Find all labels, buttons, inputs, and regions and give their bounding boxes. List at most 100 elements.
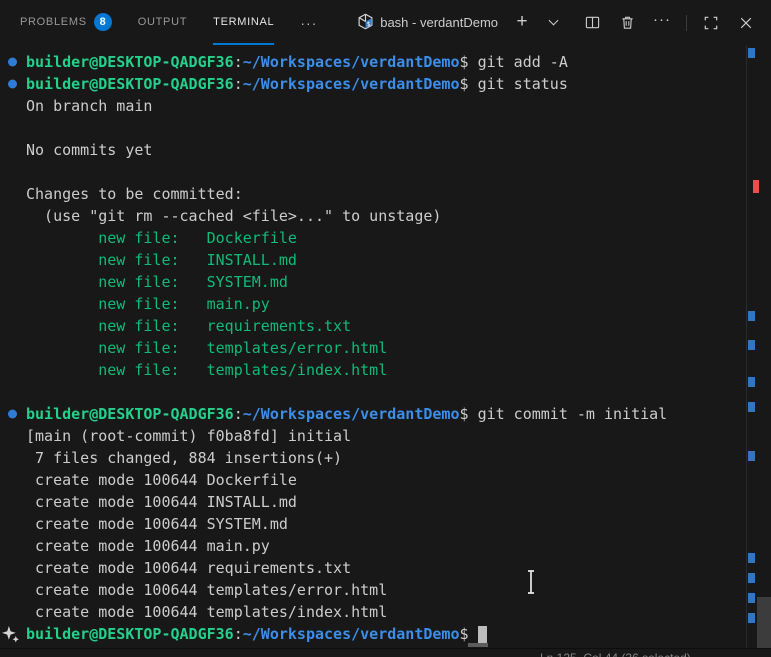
sparkle-icon[interactable] — [2, 626, 20, 648]
terminal-text-segment: : — [234, 405, 243, 423]
terminal-text-segment: create mode 100644 SYSTEM.md — [26, 515, 288, 533]
ruler-marker-command — [748, 553, 755, 563]
terminal-line: new file: templates/error.html — [0, 337, 746, 359]
statusbar-clipped-strip: Ln 125, Col 44 (36 selected) — [0, 648, 771, 657]
tab-terminal[interactable]: TERMINAL — [213, 0, 274, 45]
terminal-text-segment: [main (root-commit) f0ba8fd] initial — [26, 427, 351, 445]
bash-profile-icon: $ — [357, 13, 374, 33]
terminal-text-segment: create mode 100644 main.py — [26, 537, 270, 555]
terminal-text-segment: git commit -m initial — [478, 405, 668, 423]
terminal-line: new file: SYSTEM.md — [0, 271, 746, 293]
ruler-marker-command — [748, 451, 755, 461]
svg-text:$: $ — [367, 19, 371, 27]
terminal-line: builder@DESKTOP-QADGF36:~/Workspaces/ver… — [0, 51, 746, 73]
terminal-line: new file: requirements.txt — [0, 315, 746, 337]
terminal-text-segment: $ — [460, 405, 478, 423]
ruler-marker-error — [753, 180, 759, 193]
terminal-line: 7 files changed, 884 insertions(+) — [0, 447, 746, 469]
terminal-text-segment: (use "git rm --cached <file>..." to unst… — [26, 207, 441, 225]
terminal-line — [0, 117, 746, 139]
terminal-line: builder@DESKTOP-QADGF36:~/Workspaces/ver… — [0, 623, 746, 645]
terminal-line: new file: Dockerfile — [0, 227, 746, 249]
terminal-text-segment: ~/Workspaces/verdantDemo — [243, 53, 460, 71]
tab-overflow-button[interactable]: ··· — [300, 0, 317, 45]
terminal-line: new file: templates/index.html — [0, 359, 746, 381]
terminal-text-segment: create mode 100644 Dockerfile — [26, 471, 297, 489]
tab-problems[interactable]: PROBLEMS 8 — [20, 0, 112, 45]
terminal-line: create mode 100644 Dockerfile — [0, 469, 746, 491]
tab-problems-label: PROBLEMS — [20, 16, 87, 28]
terminal-text-segment: git status — [478, 75, 568, 93]
terminal-text-segment: $ — [460, 53, 478, 71]
terminal-text-segment: builder@DESKTOP-QADGF36 — [26, 75, 234, 93]
terminal-actions: $ bash - verdantDemo + ··· — [357, 12, 757, 34]
terminal-line: [main (root-commit) f0ba8fd] initial — [0, 425, 746, 447]
terminal-line: No commits yet — [0, 139, 746, 161]
split-terminal-button[interactable] — [581, 12, 603, 34]
terminal-text-segment: create mode 100644 requirements.txt — [26, 559, 351, 577]
terminal-text-segment: new file: requirements.txt — [26, 317, 351, 335]
command-decoration-dot[interactable] — [8, 80, 17, 89]
kill-terminal-button[interactable] — [616, 12, 638, 34]
maximize-panel-button[interactable] — [700, 12, 722, 34]
terminal-line: On branch main — [0, 95, 746, 117]
close-panel-button[interactable] — [735, 12, 757, 34]
panel-tabs: PROBLEMS 8 OUTPUT TERMINAL ··· — [20, 0, 317, 45]
terminal-line: create mode 100644 INSTALL.md — [0, 491, 746, 513]
terminal-text-segment: ~/Workspaces/verdantDemo — [243, 405, 460, 423]
new-terminal-button[interactable]: + — [511, 11, 533, 33]
vertical-scrollbar-thumb[interactable] — [757, 597, 771, 650]
terminal-line: new file: main.py — [0, 293, 746, 315]
terminal-line: builder@DESKTOP-QADGF36:~/Workspaces/ver… — [0, 73, 746, 95]
ruler-marker-command — [748, 340, 755, 350]
terminal-text-segment: new file: INSTALL.md — [26, 251, 297, 269]
terminal-text-segment: new file: main.py — [26, 295, 270, 313]
overview-ruler-border — [746, 45, 747, 648]
command-decoration-dot[interactable] — [8, 58, 17, 67]
terminal-line: create mode 100644 main.py — [0, 535, 746, 557]
terminal-session-tab[interactable]: $ bash - verdantDemo — [357, 13, 498, 33]
terminal-profile-dropdown[interactable] — [546, 12, 568, 34]
terminal-text-segment: ~/Workspaces/verdantDemo — [243, 75, 460, 93]
terminal-line: create mode 100644 SYSTEM.md — [0, 513, 746, 535]
terminal-text-segment: new file: Dockerfile — [26, 229, 297, 247]
terminal-text-segment: : — [234, 53, 243, 71]
more-actions-button[interactable]: ··· — [651, 9, 673, 31]
terminal-text-segment: On branch main — [26, 97, 152, 115]
terminal-line — [0, 381, 746, 403]
ruler-marker-command — [748, 48, 755, 58]
terminal-line: create mode 100644 templates/index.html — [0, 601, 746, 623]
panel-tab-bar: PROBLEMS 8 OUTPUT TERMINAL ··· $ — [0, 0, 771, 45]
terminal-panel: PROBLEMS 8 OUTPUT TERMINAL ··· $ — [0, 0, 771, 657]
tab-output[interactable]: OUTPUT — [138, 0, 187, 45]
terminal-text-segment: builder@DESKTOP-QADGF36 — [26, 53, 234, 71]
terminal-viewport[interactable]: builder@DESKTOP-QADGF36:~/Workspaces/ver… — [0, 45, 746, 648]
terminal-text-segment: new file: SYSTEM.md — [26, 273, 288, 291]
ruler-marker-command — [748, 613, 755, 623]
terminal-text-segment: $ — [460, 75, 478, 93]
trash-icon — [620, 15, 635, 30]
terminal-line: create mode 100644 templates/error.html — [0, 579, 746, 601]
terminal-text-segment: create mode 100644 templates/error.html — [26, 581, 387, 599]
terminal-text-segment: : — [234, 625, 243, 643]
statusbar-text-fragment: Ln 125, Col 44 (36 selected) — [540, 651, 691, 657]
maximize-icon — [704, 16, 718, 30]
command-decoration-dot[interactable] — [8, 410, 17, 419]
header-divider — [686, 15, 687, 31]
terminal-text-segment: git add -A — [478, 53, 568, 71]
terminal-line: builder@DESKTOP-QADGF36:~/Workspaces/ver… — [0, 403, 746, 425]
close-icon — [739, 16, 753, 30]
terminal-line — [0, 161, 746, 183]
terminal-text-segment: : — [234, 75, 243, 93]
problems-count-badge: 8 — [94, 13, 112, 31]
terminal-text-segment: 7 files changed, 884 insertions(+) — [26, 449, 342, 467]
ruler-marker-command — [748, 402, 755, 412]
split-pane-icon — [585, 15, 600, 30]
horizontal-scrollbar-thumb[interactable] — [468, 643, 488, 647]
terminal-text-segment: new file: templates/index.html — [26, 361, 387, 379]
terminal-text-segment: ~/Workspaces/verdantDemo — [243, 625, 460, 643]
ruler-marker-command — [748, 573, 755, 583]
terminal-text-segment: create mode 100644 templates/index.html — [26, 603, 387, 621]
terminal-text-segment: new file: templates/error.html — [26, 339, 387, 357]
terminal-line: (use "git rm --cached <file>..." to unst… — [0, 205, 746, 227]
